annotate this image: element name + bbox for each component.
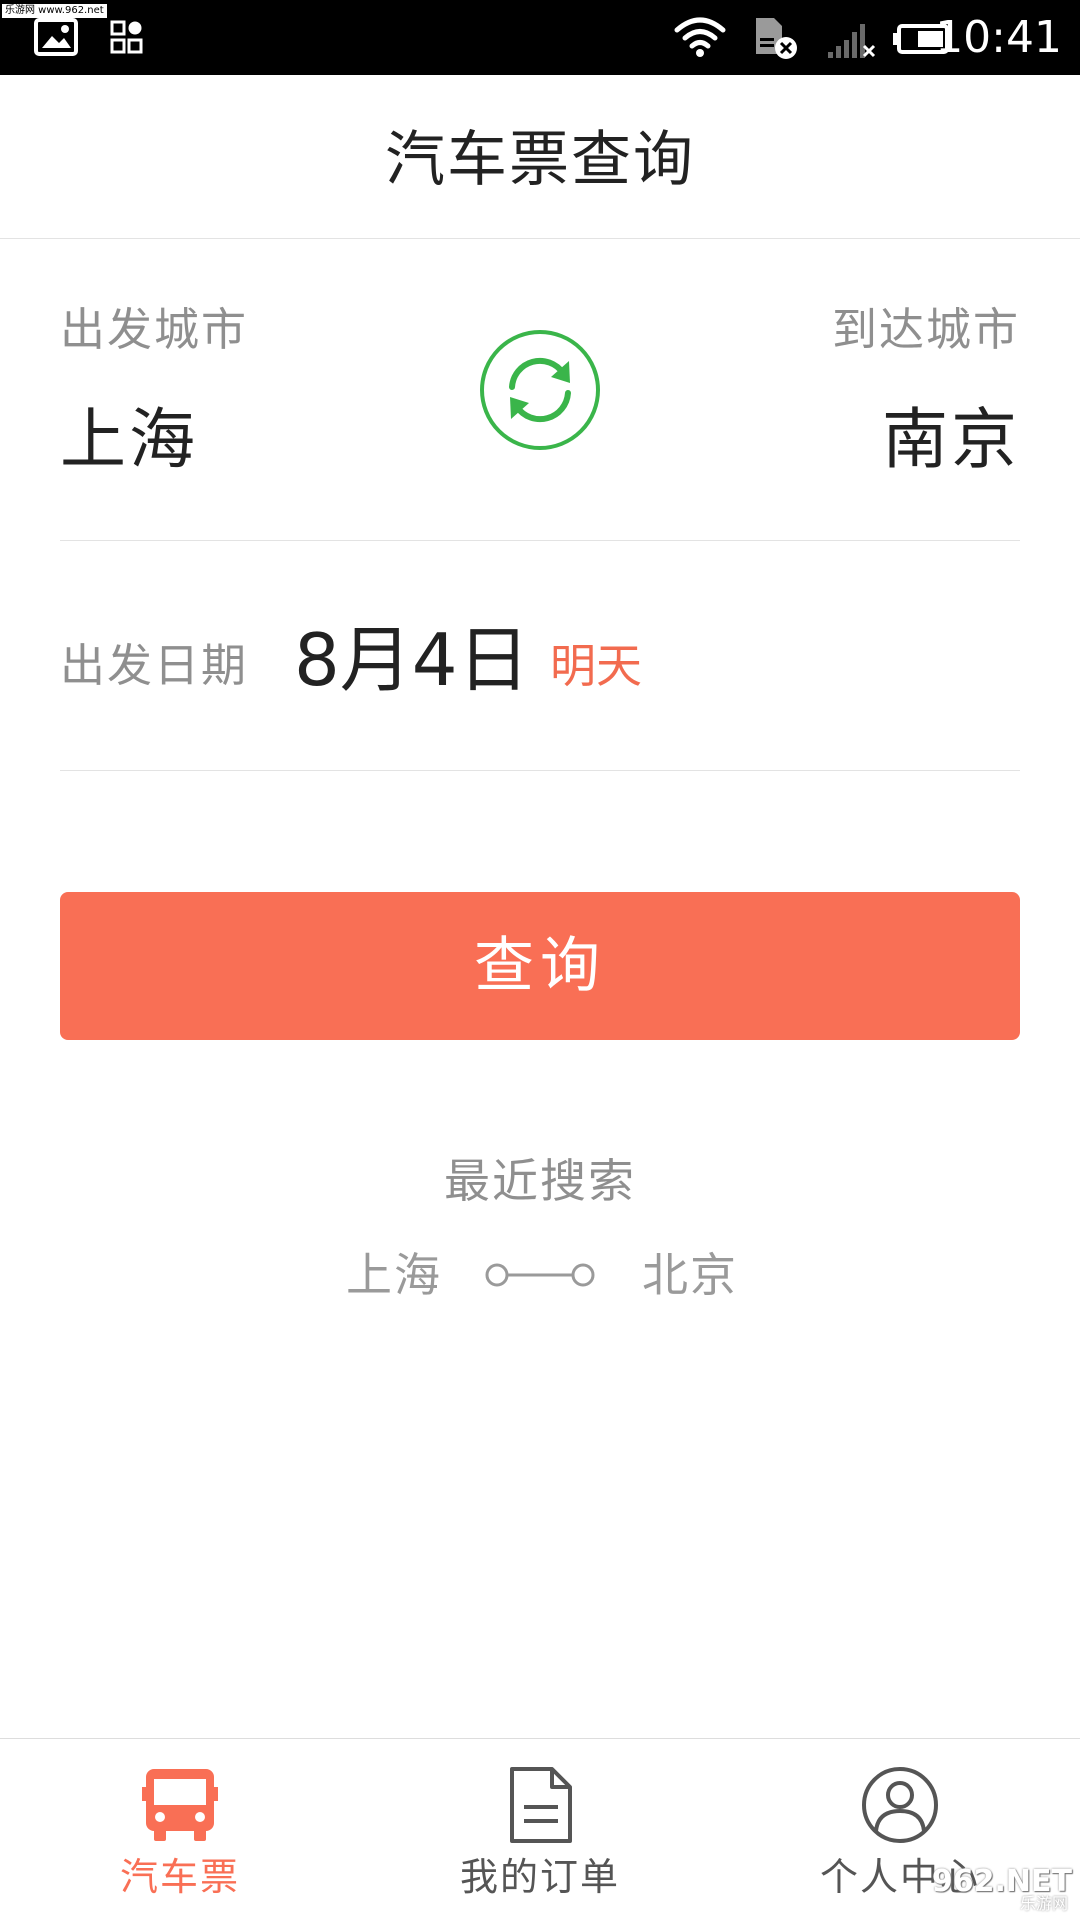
title-bar: 汽车票查询 — [0, 75, 1080, 239]
divider — [60, 770, 1020, 771]
route-connector-icon — [485, 1263, 595, 1287]
bus-icon — [142, 1769, 218, 1841]
user-icon — [862, 1767, 938, 1843]
status-time: 10:41 — [935, 12, 1062, 63]
departure-date-label: 出发日期 — [60, 639, 249, 692]
page-title: 汽车票查询 — [385, 125, 695, 195]
swap-cities-button[interactable] — [479, 329, 601, 451]
recent-search-title: 最近搜索 — [444, 1154, 636, 1208]
arrive-city-label: 到达城市 — [831, 303, 1020, 356]
watermark-label: 乐游网 www.962.net — [2, 4, 107, 18]
status-bar: 乐游网 www.962.net 10:41 — [0, 0, 1080, 75]
nav-tab-label: 汽车票 — [119, 1855, 240, 1899]
recent-search-item[interactable]: 上海 北京 — [330, 1240, 750, 1310]
signal-off-icon — [828, 24, 876, 58]
nav-tab-bus-tickets[interactable]: 汽车票 — [0, 1739, 360, 1920]
nav-tab-my-orders[interactable]: 我的订单 — [360, 1739, 720, 1920]
departure-date-row[interactable]: 出发日期 8月4日 明天 — [60, 590, 1020, 740]
image-icon — [34, 18, 78, 56]
swap-cycle-icon — [480, 330, 600, 450]
nav-tab-label: 我的订单 — [459, 1855, 620, 1899]
bottom-nav: 汽车票 我的订单 个人中心 962.NET 乐游网 — [0, 1738, 1080, 1920]
depart-city-label: 出发城市 — [60, 303, 249, 356]
arrive-city-selector[interactable]: 南京 — [882, 398, 1020, 482]
search-button[interactable]: 查询 — [60, 892, 1020, 1040]
watermark-subtext: 乐游网 — [1019, 1894, 1068, 1913]
relative-day-badge: 明天 — [550, 639, 642, 693]
wifi-icon — [674, 17, 726, 57]
search-button-label: 查询 — [474, 931, 606, 1001]
recent-search-to: 北京 — [642, 1248, 738, 1302]
corner-watermark: 962.NET 乐游网 — [932, 1865, 1072, 1915]
recent-search-from: 上海 — [346, 1248, 442, 1302]
document-icon — [510, 1767, 572, 1843]
app-screen: 乐游网 www.962.net 10:41 汽车票查询 出发城市 上海 到达城市… — [0, 0, 1080, 1920]
depart-city-selector[interactable]: 上海 — [60, 398, 198, 482]
divider — [60, 540, 1020, 541]
apps-grid-icon — [110, 20, 143, 54]
sim-off-icon — [756, 18, 797, 59]
departure-date-value: 8月4日 — [294, 618, 530, 702]
